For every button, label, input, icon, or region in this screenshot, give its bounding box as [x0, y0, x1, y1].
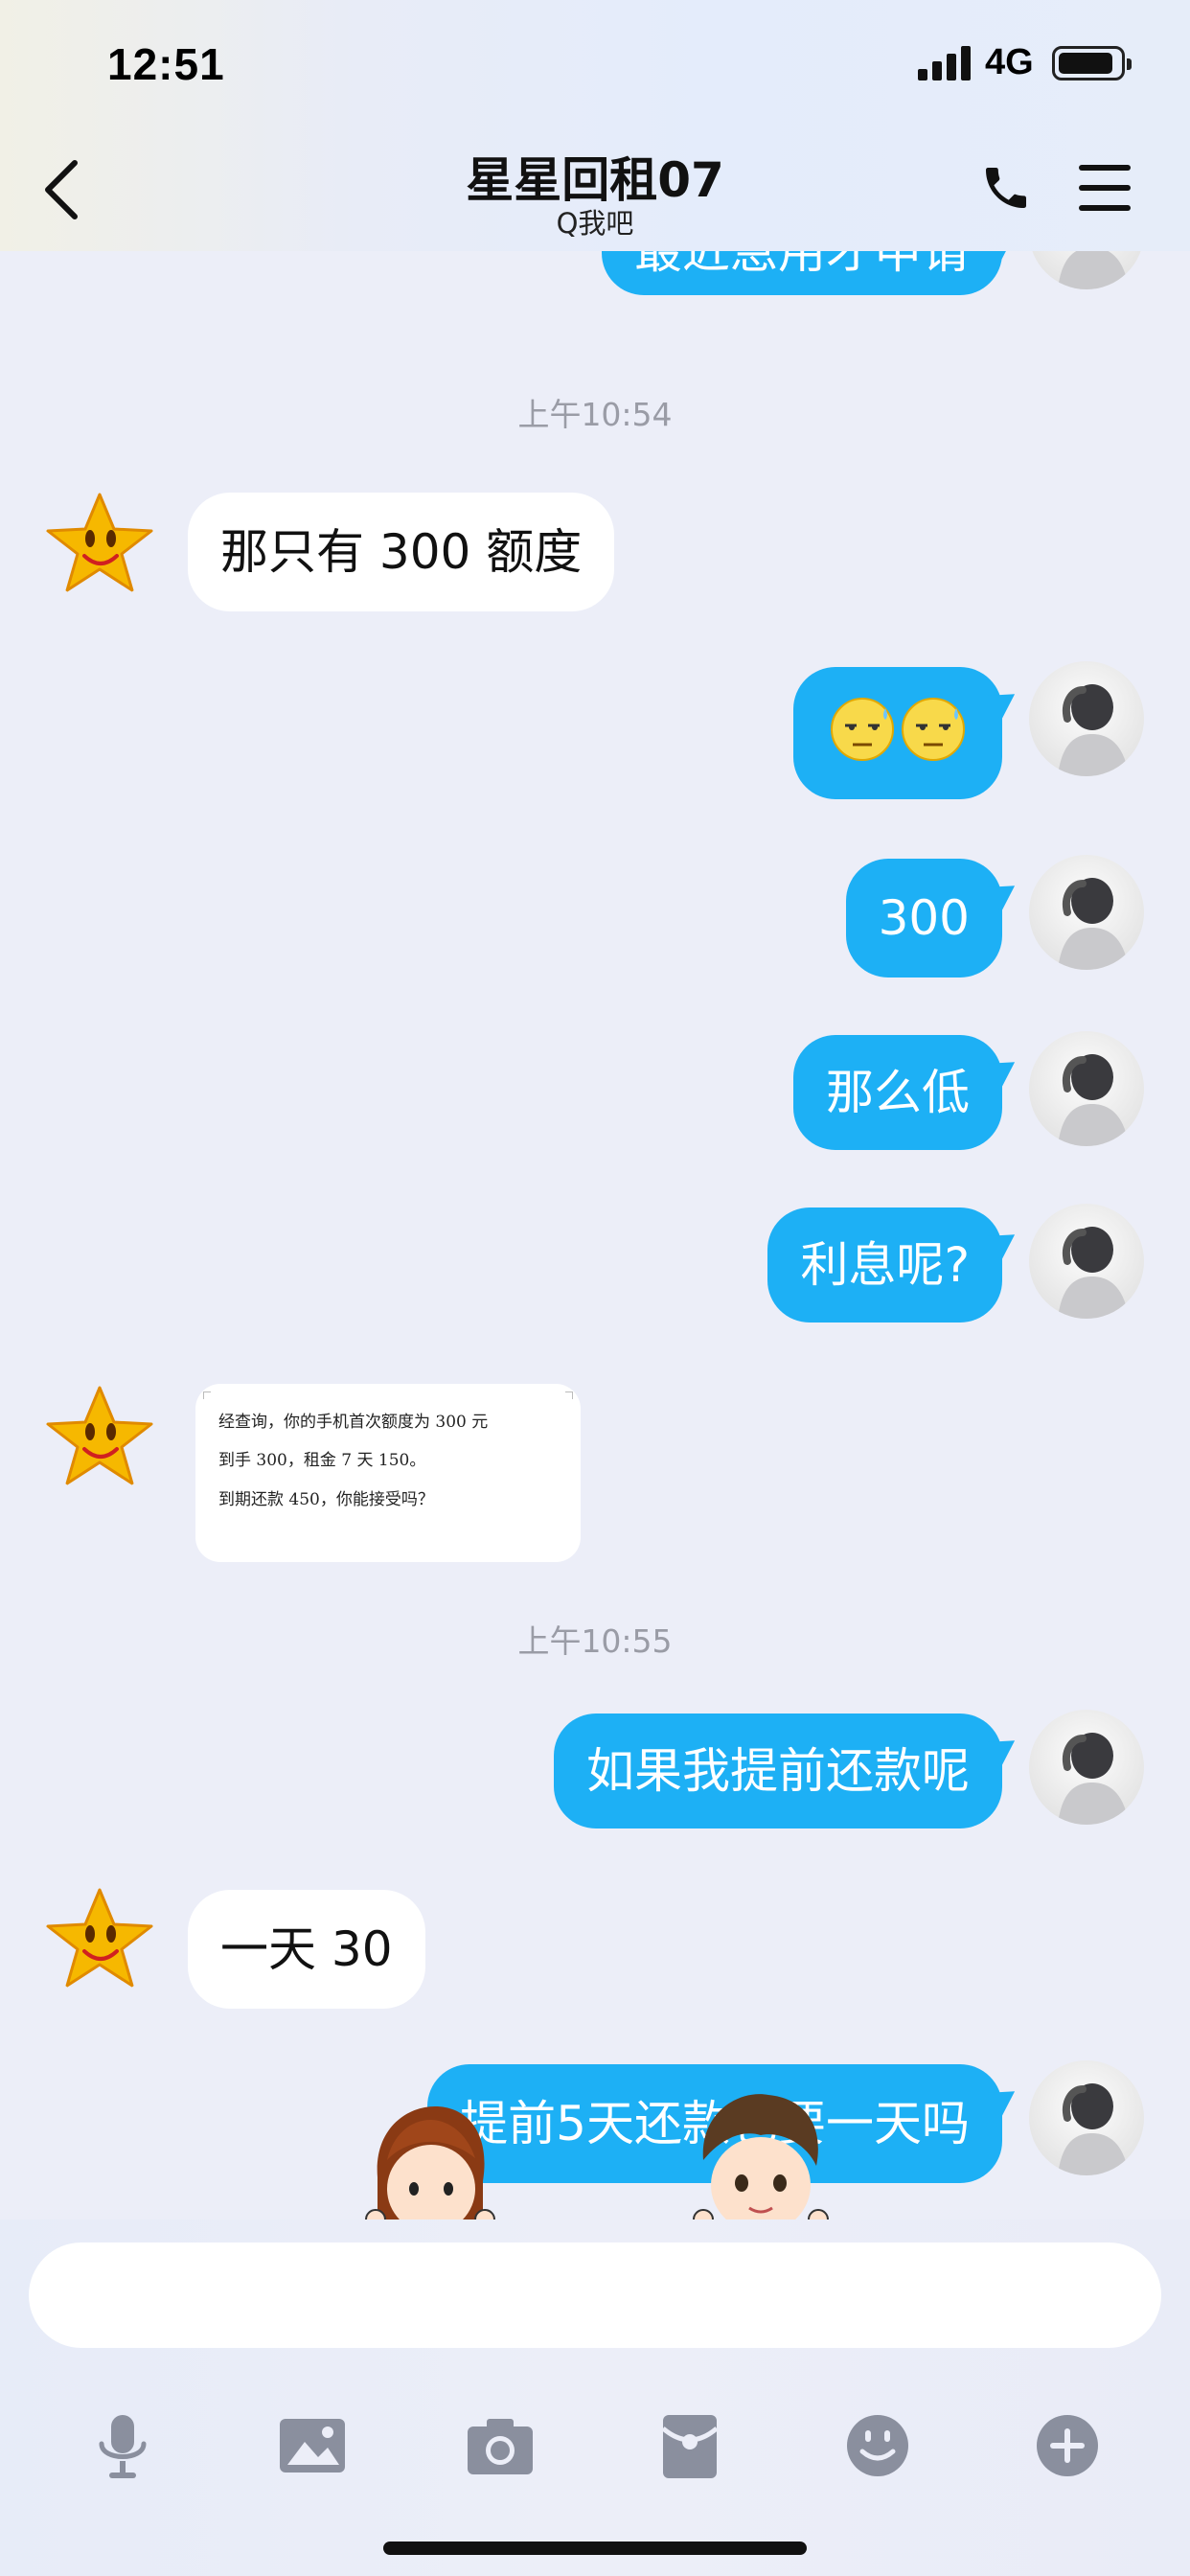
contact-avatar[interactable] [42, 1882, 157, 1997]
emoji-icon[interactable] [839, 2407, 916, 2484]
contact-avatar[interactable] [42, 1380, 157, 1495]
message-row: 利息呢? [0, 1204, 1190, 1326]
my-avatar[interactable] [1029, 1031, 1144, 1146]
my-avatar[interactable] [1029, 251, 1144, 289]
message-row: 如果我提前还款呢 [0, 1710, 1190, 1832]
menu-icon[interactable] [1079, 163, 1133, 213]
message-row: 300 [0, 855, 1190, 978]
message-text: 如果我提前还款呢 [586, 1743, 970, 1799]
plus-icon[interactable] [1029, 2407, 1106, 2484]
message-bubble-incoming[interactable]: 一天 30 [188, 1890, 425, 2009]
boy-sticker-icon [682, 2085, 835, 2220]
message-bubble-outgoing[interactable]: 最近急用才申请 [602, 251, 1002, 295]
image-message[interactable]: 经查询，你的手机首次额度为 300 元 到手 300，租金 7 天 150。 到… [195, 1384, 581, 1562]
message-bubble-incoming[interactable]: 那只有 300 额度 [188, 493, 615, 611]
microphone-icon[interactable] [84, 2407, 161, 2484]
message-row: 那么低 [0, 1031, 1190, 1154]
contact-avatar[interactable] [42, 487, 157, 602]
message-row: 经查询，你的手机首次额度为 300 元 到手 300，租金 7 天 150。 到… [0, 1380, 1190, 1572]
status-time: 12:51 [107, 39, 225, 89]
camera-icon[interactable] [462, 2407, 538, 2484]
message-text: 那么低 [826, 1065, 970, 1120]
image-icon[interactable] [274, 2407, 351, 2484]
image-text-line: 经查询，你的手机首次额度为 300 元 [218, 1413, 489, 1432]
image-text-line: 到期还款 450，你能接受吗？ [218, 1489, 434, 1509]
image-text-line: 到手 300，租金 7 天 150。 [218, 1451, 426, 1471]
battery-icon [1052, 46, 1132, 80]
timestamp: 上午10:54 [517, 396, 673, 433]
message-row: 提前5天还款也要一天吗 [0, 2060, 1190, 2183]
message-text: 一天 30 [220, 1921, 393, 1977]
my-avatar[interactable] [1029, 2060, 1144, 2175]
message-bubble-outgoing[interactable]: 那么低 [793, 1035, 1002, 1150]
message-row: 最近急用才申请 [0, 251, 1190, 328]
chat-area[interactable]: 最近急用才申请 上午10:54 那只有 300 额度 300 那么低 利息呢? … [0, 251, 1190, 2220]
message-bubble-outgoing[interactable] [793, 667, 1002, 799]
input-panel [0, 2220, 1190, 2576]
sweat-emoji-icon [826, 691, 970, 775]
message-bubble-outgoing[interactable]: 300 [845, 859, 1002, 978]
red-packet-icon[interactable] [652, 2407, 728, 2484]
message-row [0, 661, 1190, 799]
timestamp: 上午10:55 [517, 1622, 673, 1660]
my-avatar[interactable] [1029, 1710, 1144, 1825]
message-row: 那只有 300 额度 [0, 487, 1190, 611]
top-bar: 12:51 4G 星星回租07 Q我吧 [0, 0, 1190, 251]
message-text: 那只有 300 额度 [220, 524, 583, 580]
message-input[interactable] [29, 2242, 1161, 2348]
message-text: 最近急用才申请 [634, 251, 970, 279]
home-indicator[interactable] [383, 2542, 807, 2555]
my-avatar[interactable] [1029, 855, 1144, 970]
my-avatar[interactable] [1029, 661, 1144, 776]
phone-icon[interactable] [979, 161, 1033, 215]
signal-icon [918, 46, 972, 80]
message-row: 一天 30 [0, 1882, 1190, 2009]
message-text: 300 [878, 890, 970, 946]
my-avatar[interactable] [1029, 1204, 1144, 1319]
girl-sticker-icon [358, 2101, 502, 2220]
message-text: 利息呢? [800, 1237, 970, 1293]
message-bubble-outgoing[interactable]: 利息呢? [767, 1208, 1002, 1322]
network-type: 4G [985, 42, 1034, 82]
message-bubble-outgoing[interactable]: 如果我提前还款呢 [554, 1714, 1002, 1828]
